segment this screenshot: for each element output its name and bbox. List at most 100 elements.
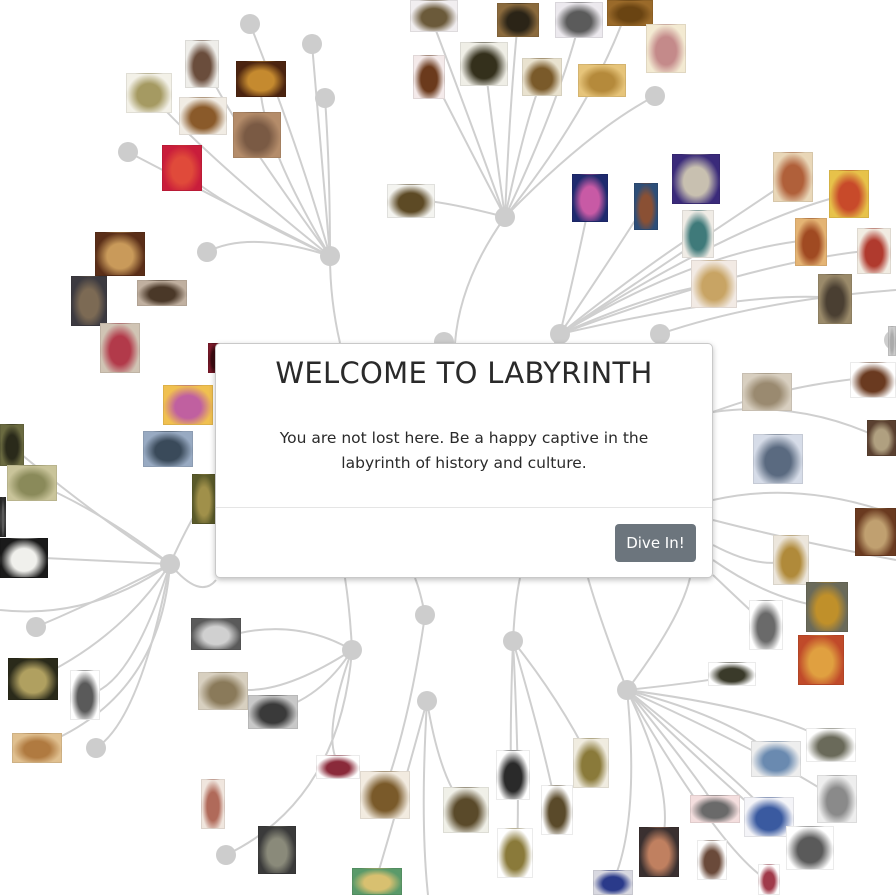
bronze-thumbnail[interactable]	[867, 420, 896, 456]
poster-thumbnail[interactable]	[795, 218, 827, 266]
graph-hub-node[interactable]	[617, 680, 637, 700]
graph-edge	[422, 700, 429, 895]
pin-thumbnail[interactable]	[758, 864, 780, 895]
graph-edge	[612, 689, 633, 883]
graph-hub-node[interactable]	[495, 207, 515, 227]
buddha-thumbnail[interactable]	[773, 535, 809, 585]
graph-branch-node[interactable]	[197, 242, 217, 262]
textile-thumbnail[interactable]	[236, 61, 286, 97]
graph-hub-node[interactable]	[415, 605, 435, 625]
jacket-thumbnail[interactable]	[126, 73, 172, 113]
portrait-man-thumbnail[interactable]	[639, 827, 679, 877]
vase-thumbnail[interactable]	[682, 210, 714, 258]
horses-thumbnail[interactable]	[137, 280, 187, 306]
chest-thumbnail[interactable]	[607, 0, 653, 26]
dagger-thumbnail[interactable]	[316, 755, 360, 779]
shoe-thumbnail[interactable]	[708, 662, 756, 686]
stele-thumbnail[interactable]	[258, 826, 296, 874]
sculpture-thumbnail[interactable]	[201, 779, 225, 829]
dark-painting-thumbnail[interactable]	[71, 276, 107, 326]
graph-branch-node[interactable]	[216, 845, 236, 865]
plate-thumbnail[interactable]	[672, 154, 720, 204]
pot-thumbnail[interactable]	[522, 58, 562, 96]
graph-edge	[95, 563, 171, 749]
graph-hub-node[interactable]	[650, 324, 670, 344]
embroidery-thumbnail[interactable]	[233, 112, 281, 158]
flask-thumbnail[interactable]	[413, 55, 445, 99]
shield-thumbnail[interactable]	[855, 508, 896, 556]
horn-thumbnail[interactable]	[850, 362, 896, 398]
shiva-thumbnail[interactable]	[541, 785, 573, 835]
swing-thumbnail[interactable]	[497, 828, 533, 878]
graph-edge	[239, 628, 353, 651]
building-photo-thumbnail[interactable]	[198, 672, 248, 710]
graph-branch-node[interactable]	[302, 34, 322, 54]
ivory-thumbnail[interactable]	[817, 775, 857, 823]
warrior-thumbnail[interactable]	[573, 738, 609, 788]
figurine-thumbnail[interactable]	[410, 0, 458, 32]
bronze-group-thumbnail[interactable]	[387, 184, 435, 218]
shells-thumbnail[interactable]	[742, 373, 792, 411]
graph-hub-node[interactable]	[342, 640, 362, 660]
watercolor-thumbnail[interactable]	[163, 385, 213, 425]
panel-thumbnail[interactable]	[192, 474, 216, 524]
jar-thumbnail[interactable]	[0, 424, 24, 466]
white-jar-thumbnail[interactable]	[0, 538, 48, 578]
graph-branch-node[interactable]	[240, 14, 260, 34]
lacquer-box-thumbnail[interactable]	[497, 3, 539, 37]
portrait-thumbnail[interactable]	[857, 228, 891, 274]
print-thumbnail[interactable]	[352, 868, 402, 895]
carving-thumbnail[interactable]	[12, 733, 62, 763]
bowl-thumbnail[interactable]	[7, 465, 57, 501]
edge-card-thumbnail[interactable]	[888, 326, 896, 356]
figure-painting-thumbnail[interactable]	[100, 323, 140, 373]
modal-message: You are not lost here. Be a happy captiv…	[279, 429, 649, 472]
courtyard-photo-thumbnail[interactable]	[248, 695, 298, 729]
graph-branch-node[interactable]	[26, 617, 46, 637]
ganesha-thumbnail[interactable]	[443, 787, 489, 833]
tanka-thumbnail[interactable]	[798, 635, 844, 685]
deity-thumbnail[interactable]	[806, 582, 848, 632]
graph-branch-node[interactable]	[315, 88, 335, 108]
tureen-thumbnail[interactable]	[806, 728, 856, 762]
edge-object-thumbnail[interactable]	[0, 497, 6, 537]
chalice-thumbnail[interactable]	[572, 174, 608, 222]
sari-thumbnail[interactable]	[162, 145, 202, 191]
graph-hub-node[interactable]	[550, 324, 570, 344]
graph-hub-node[interactable]	[503, 631, 523, 651]
graph-hub-node[interactable]	[417, 691, 437, 711]
miniature-thumbnail[interactable]	[773, 152, 813, 202]
inro-thumbnail[interactable]	[460, 42, 508, 86]
teapot-thumbnail[interactable]	[555, 2, 603, 38]
dancer-thumbnail[interactable]	[70, 670, 100, 720]
tray-thumbnail[interactable]	[786, 826, 834, 870]
graph-edge	[559, 204, 646, 335]
graph-branch-node[interactable]	[645, 86, 665, 106]
spoon-thumbnail[interactable]	[690, 795, 740, 823]
manuscript-thumbnail[interactable]	[829, 170, 869, 218]
lota-thumbnail[interactable]	[8, 658, 58, 700]
shrine-thumbnail[interactable]	[360, 771, 410, 819]
graph-branch-node[interactable]	[86, 738, 106, 758]
graph-edge	[329, 255, 341, 344]
graph-hub-node[interactable]	[320, 246, 340, 266]
graph-hub-node[interactable]	[160, 554, 180, 574]
porcelain-thumbnail[interactable]	[593, 870, 633, 895]
vest-thumbnail[interactable]	[185, 40, 219, 88]
photo-thumbnail[interactable]	[818, 274, 852, 324]
landscape-thumbnail[interactable]	[753, 434, 803, 484]
group-photo-thumbnail[interactable]	[191, 618, 241, 650]
naga-thumbnail[interactable]	[496, 750, 530, 800]
graph-branch-node[interactable]	[118, 142, 138, 162]
river-painting-thumbnail[interactable]	[143, 431, 193, 467]
clock-thumbnail[interactable]	[691, 260, 737, 308]
stupa-thumbnail[interactable]	[749, 600, 783, 650]
vessel-thumbnail[interactable]	[697, 840, 727, 880]
dive-in-button[interactable]: Dive In!	[615, 524, 696, 562]
painting-thumbnail[interactable]	[646, 24, 686, 73]
coat-thumbnail[interactable]	[179, 97, 227, 135]
screen-thumbnail[interactable]	[578, 64, 626, 97]
figurine-blue-thumbnail[interactable]	[751, 741, 801, 777]
statue-thumbnail[interactable]	[634, 183, 658, 230]
oil-painting-thumbnail[interactable]	[95, 232, 145, 276]
